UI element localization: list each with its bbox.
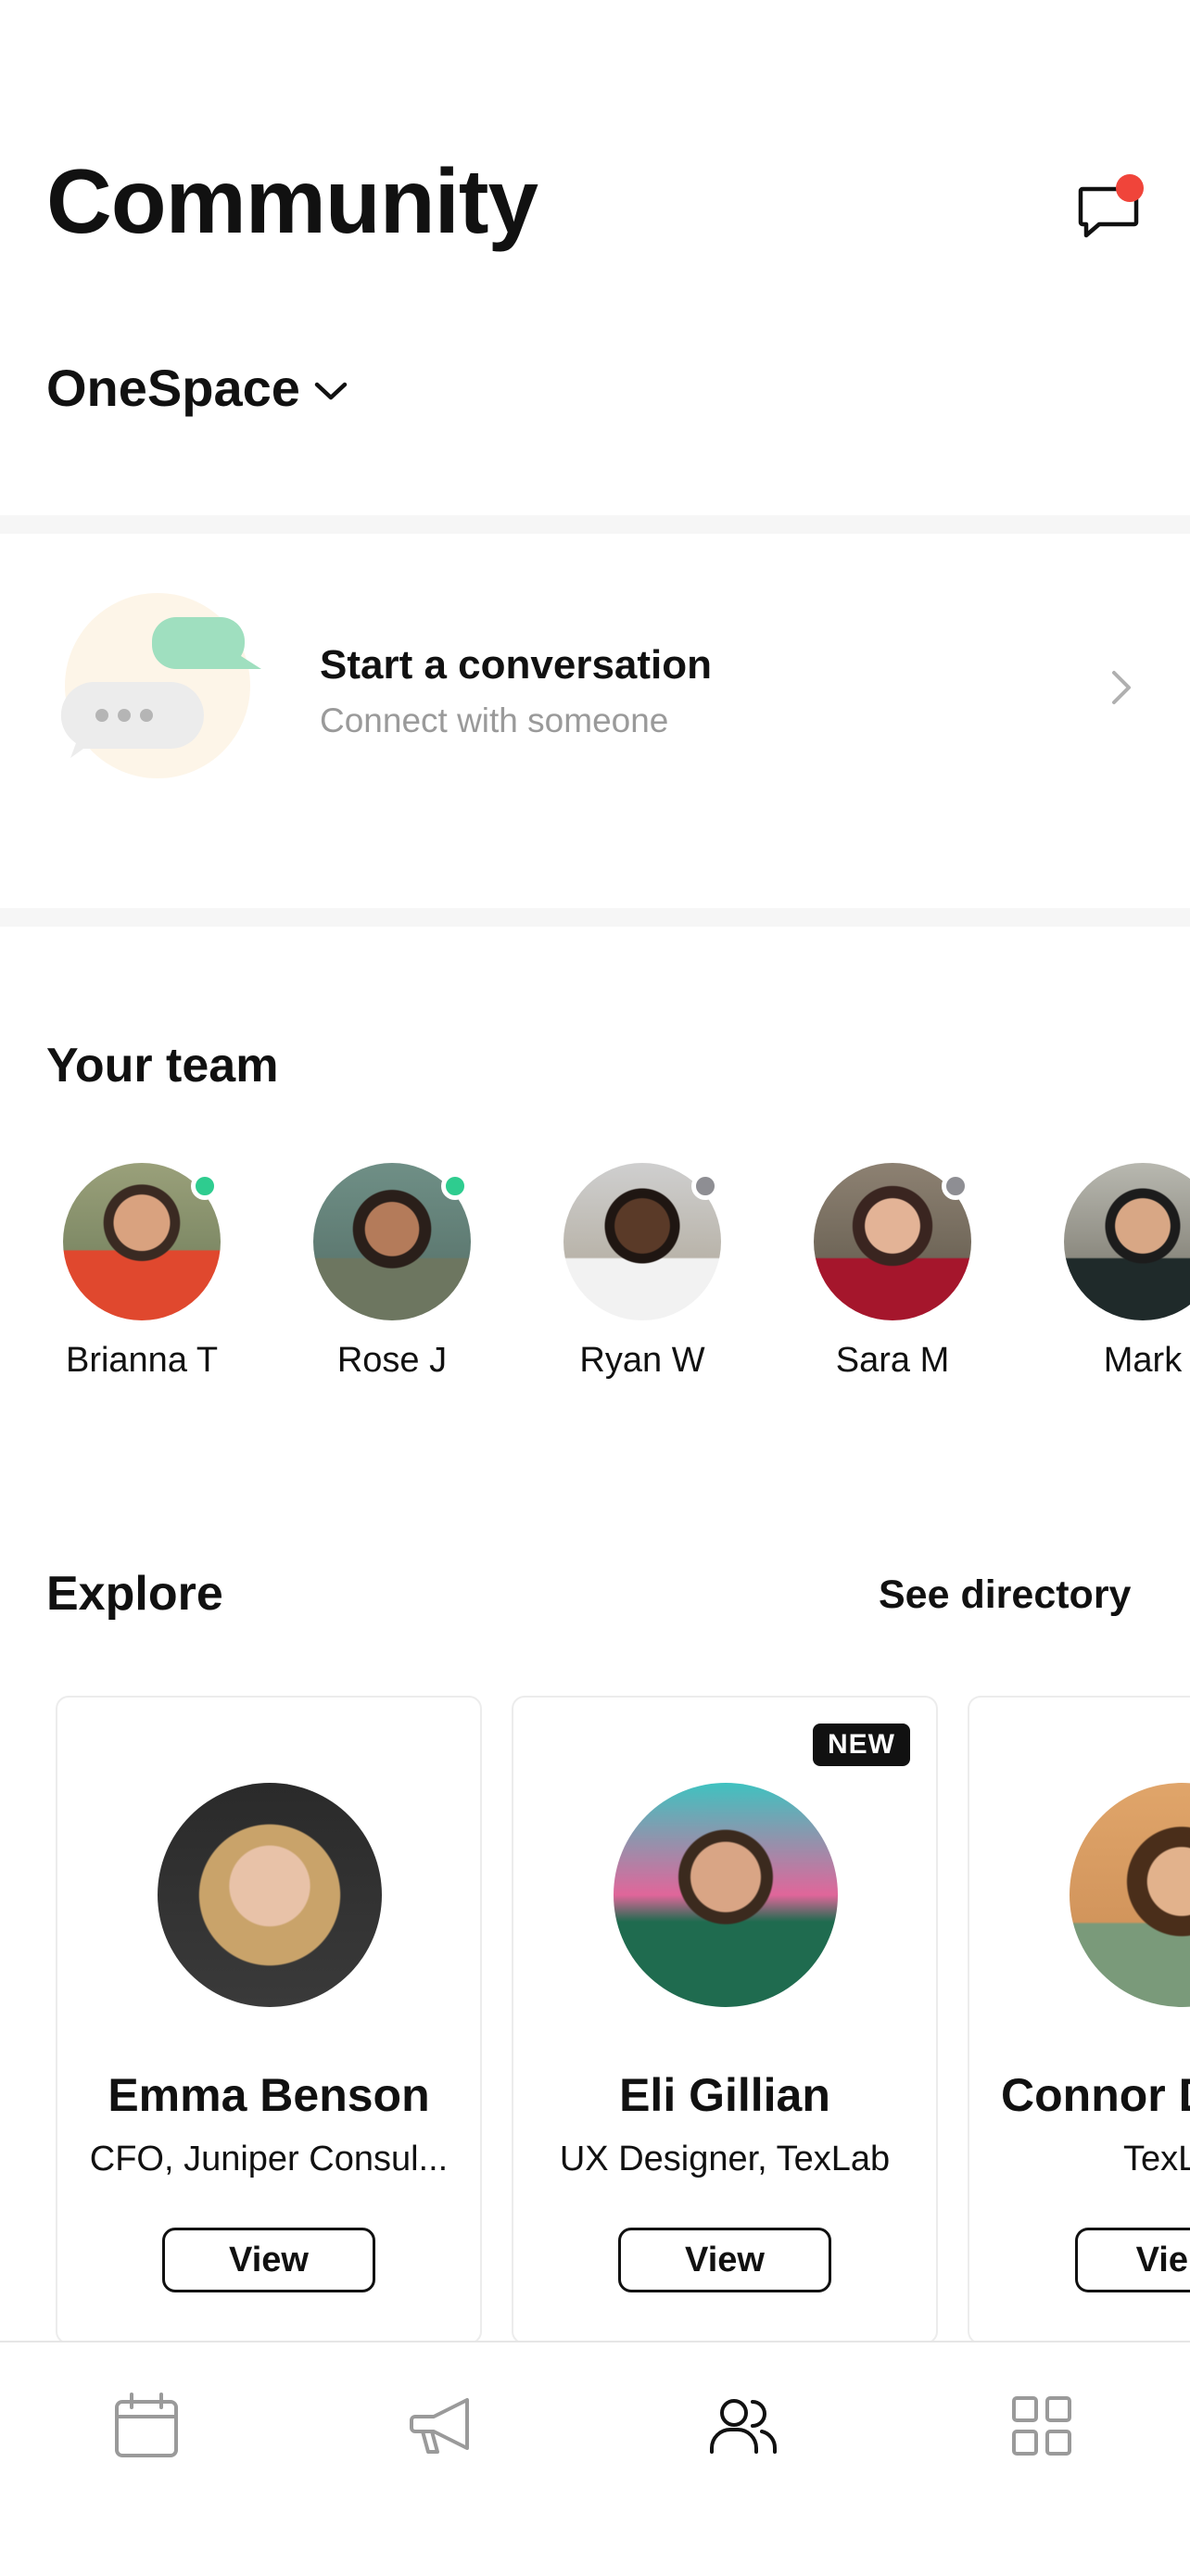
avatar <box>63 1163 221 1320</box>
people-icon <box>710 2399 778 2454</box>
team-member[interactable]: Mark <box>1032 1163 1190 1381</box>
nav-apps[interactable] <box>995 2380 1088 2472</box>
avatar <box>814 1163 971 1320</box>
notification-dot <box>1116 174 1144 202</box>
member-name: Mark <box>1103 1341 1183 1380</box>
nav-announcements[interactable] <box>399 2380 491 2472</box>
conversation-subtitle: Connect with someone <box>320 701 669 739</box>
profile-card[interactable]: NEW Eli Gillian UX Designer, TexLab View <box>512 1696 938 2344</box>
member-name: Ryan W <box>579 1341 705 1380</box>
profile-role: CFO, Juniper Consul... <box>89 2140 449 2178</box>
section-divider <box>0 908 1190 927</box>
profile-name: Eli Gillian <box>619 2069 830 2121</box>
see-directory-link[interactable]: See directory <box>879 1572 1131 1618</box>
avatar <box>158 1783 382 2007</box>
calendar-icon <box>115 2393 178 2457</box>
team-section-title: Your team <box>46 1039 279 1092</box>
online-status-dot <box>441 1172 469 1200</box>
away-status-dot <box>942 1172 969 1200</box>
megaphone-icon <box>410 2398 469 2454</box>
team-member[interactable]: Rose J <box>281 1163 503 1381</box>
avatar <box>313 1163 471 1320</box>
profile-role: TexL <box>1123 2140 1190 2178</box>
view-profile-button[interactable]: View <box>618 2228 831 2292</box>
team-member[interactable]: Brianna T <box>31 1163 253 1381</box>
member-name: Sara M <box>835 1341 950 1380</box>
team-member[interactable]: Ryan W <box>531 1163 753 1381</box>
away-status-dot <box>691 1172 719 1200</box>
online-status-dot <box>191 1172 219 1200</box>
avatar <box>563 1163 721 1320</box>
nav-community[interactable] <box>697 2380 790 2472</box>
team-member[interactable]: Sara M <box>781 1163 1004 1381</box>
view-profile-button[interactable]: Vie <box>1075 2228 1190 2292</box>
avatar <box>614 1783 838 2007</box>
profile-card[interactable]: Connor D TexL Vie <box>968 1696 1190 2344</box>
section-divider <box>0 515 1190 534</box>
bottom-navigation <box>0 2341 1190 2576</box>
member-name: Brianna T <box>65 1341 219 1380</box>
profile-name: Emma Benson <box>108 2069 430 2121</box>
conversation-title: Start a conversation <box>320 642 713 688</box>
chevron-right-icon <box>1112 671 1131 704</box>
new-badge: NEW <box>813 1724 910 1766</box>
nav-calendar[interactable] <box>100 2380 193 2472</box>
conversation-illustration-icon <box>60 593 261 778</box>
workspace-name: OneSpace <box>46 359 300 417</box>
profile-name: Connor D <box>1001 2069 1190 2121</box>
profile-card[interactable]: Emma Benson CFO, Juniper Consul... View <box>56 1696 482 2344</box>
member-name: Rose J <box>336 1341 448 1380</box>
avatar <box>1064 1163 1190 1320</box>
profile-role: UX Designer, TexLab <box>559 2140 891 2178</box>
page-title: Community <box>46 150 538 252</box>
explore-section-title: Explore <box>46 1567 223 1621</box>
avatar <box>1070 1783 1190 2007</box>
chevron-down-icon <box>314 382 348 399</box>
grid-icon <box>1012 2396 1071 2456</box>
workspace-selector[interactable]: OneSpace <box>46 358 348 418</box>
view-profile-button[interactable]: View <box>162 2228 375 2292</box>
